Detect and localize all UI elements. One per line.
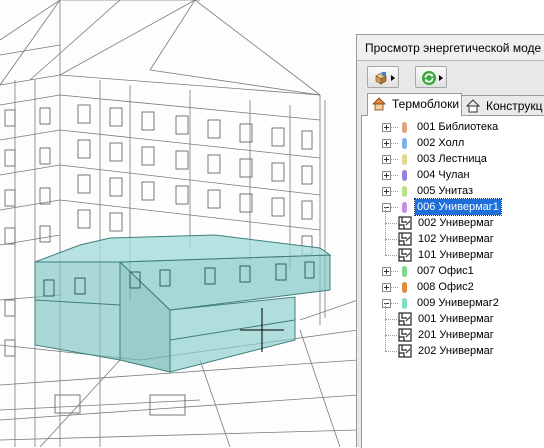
tree-node-label: 005 Унитаз — [417, 185, 474, 197]
house-icon — [372, 97, 386, 111]
tab-thermal-blocks-label: Термоблоки — [392, 97, 460, 111]
tree-node-label: 006 Универмаг1 — [414, 198, 502, 216]
zone-color-swatch — [402, 154, 407, 165]
tree-node[interactable]: 008 Офис2 — [362, 279, 544, 295]
tab-thermal-blocks[interactable]: Термоблоки — [367, 93, 462, 116]
tree-connector — [391, 159, 398, 160]
tree-connector — [385, 207, 386, 223]
tree-connector — [385, 303, 386, 319]
tree-connector — [385, 223, 386, 239]
tree-connector — [385, 335, 386, 351]
tree-node[interactable]: 002 Холл — [362, 135, 544, 151]
tree-child-label: 101 Универмаг — [418, 249, 494, 261]
tree-node-label: 002 Холл — [417, 137, 465, 149]
refresh-icon — [422, 71, 436, 85]
tree-connector — [391, 207, 398, 208]
tab-constructions-label: Конструкц — [486, 99, 543, 113]
tree-child-node[interactable]: 002 Универмаг — [362, 207, 544, 231]
tree-node[interactable]: 007 Офис1 — [362, 263, 544, 279]
room-plan-icon — [398, 248, 412, 262]
tree-child-label: 002 Универмаг — [418, 217, 494, 229]
dropdown-arrow-icon[interactable] — [391, 75, 395, 81]
zone-color-swatch — [402, 266, 407, 277]
expand-toggle[interactable] — [382, 267, 391, 276]
expand-toggle[interactable] — [382, 139, 391, 148]
tree-connector — [385, 223, 397, 224]
tree-node-label: 004 Чулан — [417, 169, 470, 181]
zones-button[interactable] — [367, 66, 399, 88]
tree-connector — [391, 127, 398, 128]
tree-connector — [391, 191, 398, 192]
tree-node[interactable]: 004 Чулан — [362, 167, 544, 183]
refresh-button[interactable] — [415, 66, 447, 88]
tree-node[interactable]: 003 Лестница — [362, 151, 544, 167]
thermal-block-tree[interactable]: 001 Библиотека 002 Холл 003 Лестница 004 Чу… — [361, 115, 544, 448]
tree-child-label: 001 Универмаг — [418, 313, 494, 325]
expand-toggle[interactable] — [382, 283, 391, 292]
tab-constructions[interactable]: Конструкц — [461, 95, 544, 116]
tree-node-label: 007 Офис1 — [417, 265, 474, 277]
tree-child-label: 102 Универмаг — [418, 233, 494, 245]
panel-tabs: Термоблоки Конструкц — [357, 93, 544, 116]
zone-color-swatch — [402, 298, 407, 309]
tree-child-node[interactable]: 202 Универмаг — [362, 335, 544, 359]
tree-child-node[interactable]: 101 Универмаг — [362, 239, 544, 263]
panel-title: Просмотр энергетической моде — [357, 35, 544, 61]
panel-toolbar — [357, 61, 544, 93]
house-icon — [466, 99, 480, 113]
dropdown-arrow-icon[interactable] — [439, 75, 443, 81]
tree-connector — [385, 239, 386, 255]
blocks-icon — [375, 72, 387, 85]
tree-connector — [385, 319, 386, 335]
tree-node-label: 008 Офис2 — [417, 281, 474, 293]
room-plan-icon — [398, 328, 412, 342]
tree-node[interactable]: 005 Унитаз — [362, 183, 544, 199]
tree-connector — [385, 239, 397, 240]
room-plan-icon — [398, 216, 412, 230]
room-plan-icon — [398, 232, 412, 246]
tree-connector — [391, 175, 398, 176]
tree-node[interactable]: 009 Универмаг2 — [362, 295, 544, 311]
tree-connector — [385, 255, 397, 256]
expand-toggle[interactable] — [382, 155, 391, 164]
tree-connector — [391, 143, 398, 144]
zone-color-swatch — [402, 202, 407, 213]
tree-child-node[interactable]: 201 Универмаг — [362, 319, 544, 343]
tree-connector — [385, 335, 397, 336]
room-plan-icon — [398, 312, 412, 326]
collapse-toggle[interactable] — [382, 203, 391, 212]
tree-node-label: 001 Библиотека — [417, 121, 499, 133]
zone-color-swatch — [402, 282, 407, 293]
thermal-zone-volume — [34, 234, 332, 373]
zone-color-swatch — [402, 186, 407, 197]
energy-model-panel: Просмотр энергетической моде Термоблоки … — [356, 34, 544, 448]
collapse-toggle[interactable] — [382, 299, 391, 308]
zone-color-swatch — [402, 170, 407, 181]
tree-node-label: 009 Универмаг2 — [417, 297, 499, 309]
tree-node[interactable]: 001 Библиотека — [362, 119, 544, 135]
tree-node-label: 003 Лестница — [417, 153, 487, 165]
building-wireframe — [0, 0, 358, 447]
tree-node[interactable]: 006 Универмаг1 — [362, 198, 544, 216]
expand-toggle[interactable] — [382, 187, 391, 196]
tree-connector — [391, 271, 398, 272]
3d-viewport[interactable] — [0, 0, 358, 447]
tree-child-node[interactable]: 102 Универмаг — [362, 223, 544, 247]
zone-color-swatch — [402, 138, 407, 149]
zone-color-swatch — [402, 122, 407, 133]
tree-child-label: 201 Универмаг — [418, 329, 494, 341]
tree-connector — [385, 351, 397, 352]
tree-connector — [391, 287, 398, 288]
tree-connector — [391, 303, 398, 304]
tree-connector — [385, 319, 397, 320]
tree-child-node[interactable]: 001 Универмаг — [362, 303, 544, 327]
expand-toggle[interactable] — [382, 123, 391, 132]
tree-child-label: 202 Универмаг — [418, 345, 494, 357]
room-plan-icon — [398, 344, 412, 358]
expand-toggle[interactable] — [382, 171, 391, 180]
